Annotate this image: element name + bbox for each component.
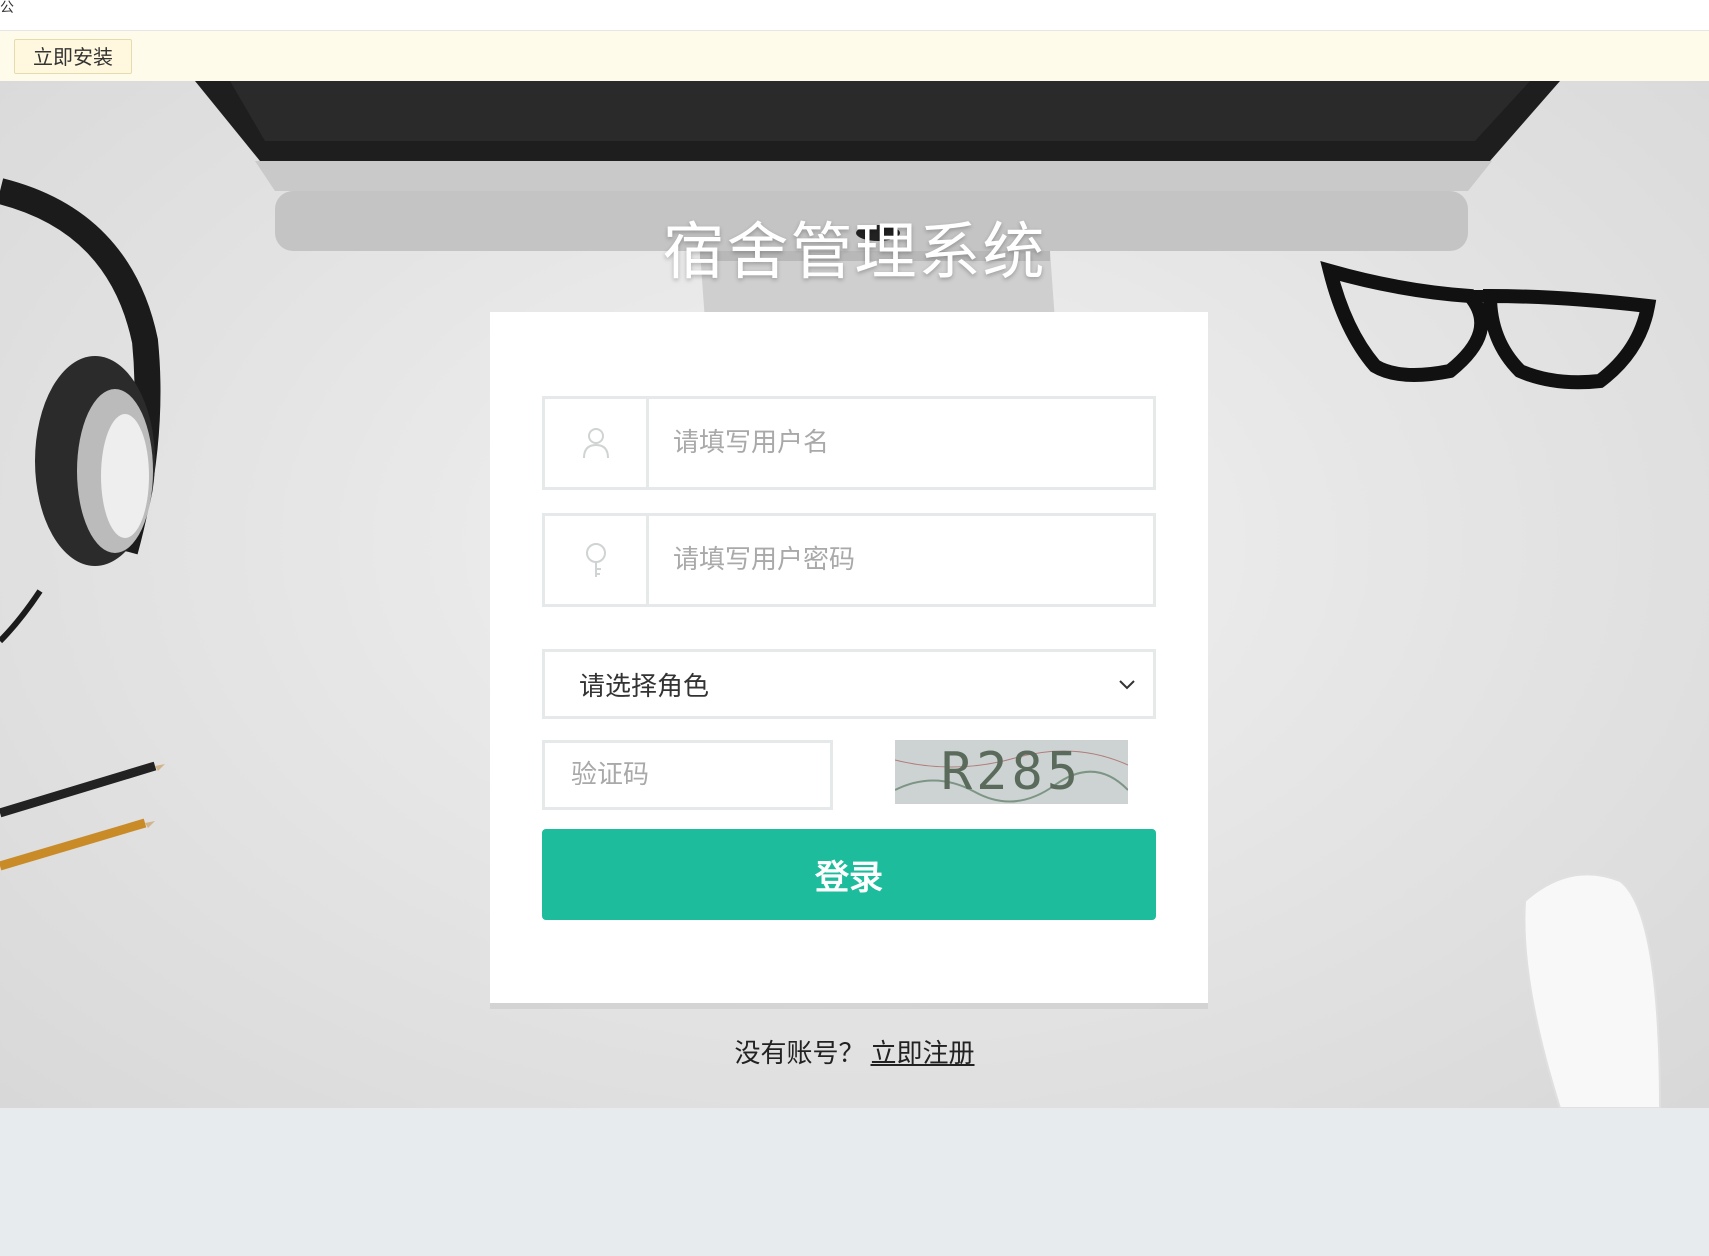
role-select-value: 请选择角色 (579, 671, 710, 702)
register-prompt: 没有账号？ (734, 1039, 865, 1069)
password-input[interactable] (649, 516, 1153, 604)
page-title: 宿舍管理系统 (662, 215, 1047, 288)
background-scene: 宿舍管理系统 请选择角色 (0, 81, 1709, 1108)
password-addon (545, 516, 649, 604)
username-addon (545, 399, 649, 487)
user-icon (582, 428, 609, 459)
captcha-image[interactable]: R285 (895, 740, 1128, 804)
key-icon (585, 543, 606, 577)
top-strip: 公 (0, 0, 1709, 31)
top-strip-glyph: 公 (0, 0, 14, 16)
role-select[interactable]: 请选择角色 (542, 649, 1156, 719)
register-link[interactable]: 立即注册 (871, 1039, 975, 1069)
register-line: 没有账号？ 立即注册 (0, 1033, 1709, 1070)
login-card: 请选择角色 R285 登录 (490, 312, 1208, 1003)
captcha-code: R285 (940, 742, 1083, 802)
chevron-down-icon (1119, 680, 1135, 690)
captcha-input[interactable] (545, 743, 830, 807)
install-now-button[interactable]: 立即安装 (14, 39, 132, 74)
login-button[interactable]: 登录 (542, 829, 1156, 920)
page-footer-area (0, 1108, 1709, 1256)
install-bar: 立即安装 (0, 31, 1709, 81)
captcha-field (542, 740, 833, 810)
username-field-group (542, 396, 1156, 490)
password-field-group (542, 513, 1156, 607)
username-input[interactable] (649, 399, 1153, 487)
